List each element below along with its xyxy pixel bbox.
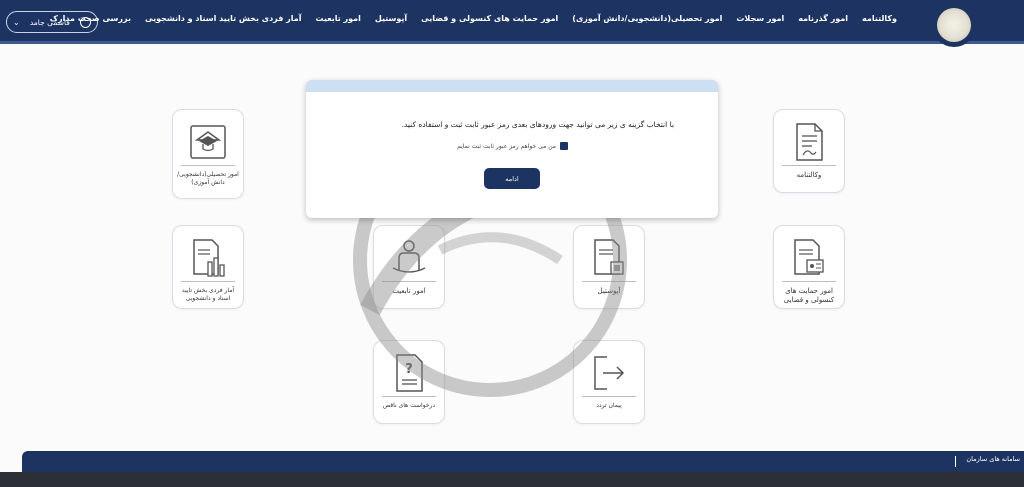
continue-button[interactable]: ادامه [484, 168, 540, 189]
certified-document-icon [582, 234, 636, 282]
tile-consular[interactable]: امور حمایت های کنسولی و قضایی [773, 225, 845, 309]
document-pen-icon [782, 118, 836, 166]
checkbox-label: من می خواهم رمز عبور ثابت ثبت نمایم [457, 142, 556, 150]
main-nav: وکالتنامه امور گذرنامه امور سجلات امور ت… [43, 14, 904, 23]
footer-divider [955, 456, 956, 467]
svg-text:?: ? [405, 362, 413, 377]
organization-logo[interactable] [932, 3, 976, 47]
tile-label: آپوستیل [597, 287, 621, 295]
chart-document-icon [181, 234, 235, 282]
tile-education[interactable]: امور تحصیلی(دانشجویی/ دانش آموزی) [172, 109, 244, 199]
tile-label: امور تحصیلی(دانشجویی/ دانش آموزی) [177, 171, 239, 187]
bottom-strip [0, 472, 1024, 487]
nav-item-education[interactable]: امور تحصیلی(دانشجویی/دانش آموزی) [565, 14, 729, 23]
tile-label: آمار فردی بخش تایید اسناد و دانشجویی [181, 287, 235, 303]
nav-item-power-of-attorney[interactable]: وکالتنامه [855, 14, 904, 23]
tile-label: امور حمایت های کنسولی و قضایی [783, 287, 835, 305]
tile-stats[interactable]: آمار فردی بخش تایید اسناد و دانشجویی [172, 225, 244, 309]
tile-label: امور تابعیت [392, 287, 426, 295]
nav-item-apostille[interactable]: آپوستیل [368, 14, 414, 23]
nav-item-registry[interactable]: امور سجلات [729, 14, 791, 23]
footer-systems-link[interactable]: سامانه های سازمان [966, 455, 1024, 463]
fixed-password-option: من می خواهم رمز عبور ثابت ثبت نمایم [457, 142, 568, 150]
chevron-down-icon: ⌄ [13, 17, 20, 27]
nav-item-document-verification[interactable]: بررسی صحت مدارک [43, 14, 138, 23]
footer-bar: سامانه های سازمان [22, 451, 1024, 472]
modal-header-bar [306, 80, 718, 92]
person-icon [382, 234, 436, 282]
nav-item-nationality[interactable]: امور تابعیت [308, 14, 367, 23]
flower-logo-icon [937, 8, 971, 42]
tile-label: پیمان تردد [596, 402, 622, 409]
nav-item-passport[interactable]: امور گذرنامه [791, 14, 855, 23]
tile-nationality[interactable]: امور تابعیت [373, 225, 445, 309]
tile-exit[interactable]: پیمان تردد [573, 340, 645, 424]
tile-label: درخواست های ناقص [382, 402, 436, 409]
tile-apostille[interactable]: آپوستیل [573, 225, 645, 309]
modal-message: با انتخاب گزینه ی زیر می توانید جهت ورود… [401, 120, 674, 129]
graduation-building-icon [181, 118, 235, 166]
nav-item-stats[interactable]: آمار فردی بخش تایید اسناد و دانشجویی [138, 14, 308, 23]
tile-requests[interactable]: ? درخواست های ناقص [373, 340, 445, 424]
fixed-password-modal: با انتخاب گزینه ی زیر می توانید جهت ورود… [306, 80, 718, 218]
nav-item-consular[interactable]: امور حمایت های کنسولی و قضایی [414, 14, 565, 23]
id-card-document-icon [782, 234, 836, 282]
question-document-icon: ? [382, 349, 436, 397]
exit-arrow-icon [582, 349, 636, 397]
tile-label: وکالتنامه [796, 171, 822, 179]
top-navbar: ⌄ قاسمی جامد وکالتنامه امور گذرنامه امور… [0, 0, 1024, 47]
tile-power-of-attorney[interactable]: وکالتنامه [773, 109, 845, 193]
fixed-password-checkbox[interactable] [560, 142, 568, 150]
